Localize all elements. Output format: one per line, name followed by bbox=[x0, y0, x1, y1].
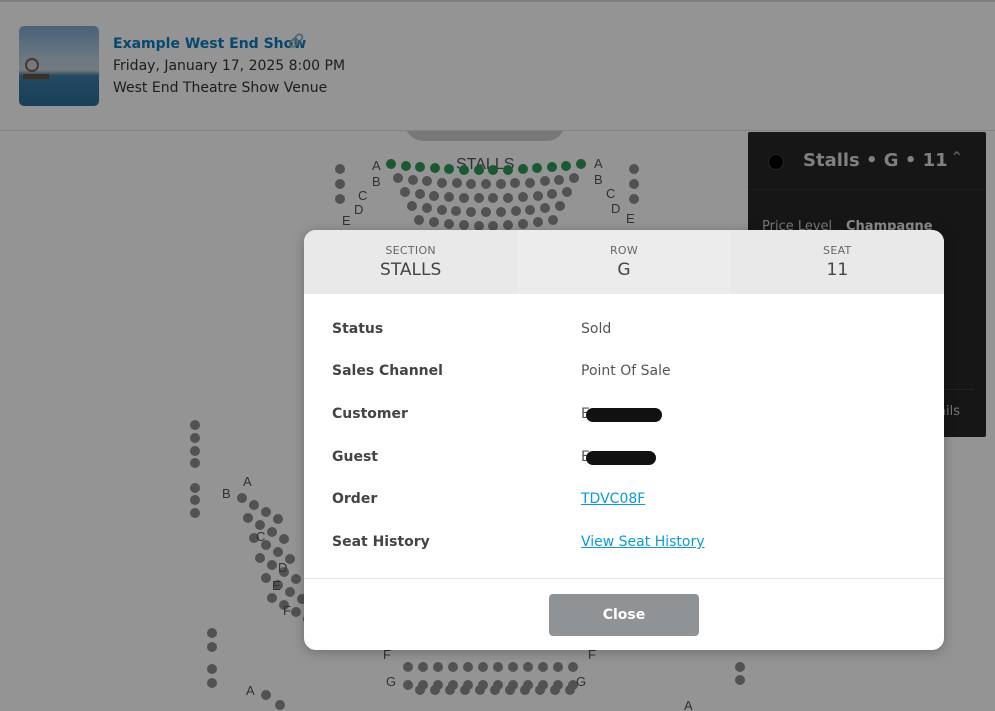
seat-history-label: Seat History bbox=[332, 534, 430, 550]
customer-label: Customer bbox=[332, 406, 408, 422]
order-row: Order TDVC08F bbox=[332, 491, 922, 513]
guest-label: Guest bbox=[332, 449, 378, 465]
sales-channel-row: Sales Channel Point Of Sale bbox=[332, 363, 922, 385]
status-value: Sold bbox=[581, 321, 612, 337]
order-link[interactable]: TDVC08F bbox=[581, 491, 645, 507]
modal-footer-divider bbox=[304, 578, 944, 579]
seat-history-row: Seat History View Seat History bbox=[332, 534, 922, 556]
sales-channel-label: Sales Channel bbox=[332, 363, 443, 379]
status-row: Status Sold bbox=[332, 321, 922, 343]
order-label: Order bbox=[332, 491, 378, 507]
view-seat-history-link[interactable]: View Seat History bbox=[581, 534, 705, 550]
seat-label: SEAT bbox=[823, 244, 852, 257]
row-label: ROW bbox=[609, 244, 639, 257]
customer-row: Customer E bbox=[332, 406, 922, 428]
seat-value: 11 bbox=[826, 260, 849, 280]
sales-channel-value: Point Of Sale bbox=[581, 363, 671, 379]
section-value: STALLS bbox=[380, 260, 442, 280]
row-cell: ROW G bbox=[517, 230, 731, 294]
status-label: Status bbox=[332, 321, 384, 337]
seat-cell: SEAT 11 bbox=[730, 230, 944, 294]
section-label: SECTION bbox=[385, 244, 436, 257]
customer-redaction bbox=[586, 408, 662, 422]
close-button[interactable]: Close bbox=[549, 594, 699, 636]
modal-header: SECTION STALLS ROW G SEAT 11 bbox=[304, 230, 944, 294]
guest-redaction bbox=[586, 451, 656, 465]
guest-row: Guest E bbox=[332, 449, 922, 471]
row-value: G bbox=[617, 260, 631, 280]
seat-info-modal: SECTION STALLS ROW G SEAT 11 Status Sold… bbox=[304, 230, 944, 650]
section-cell: SECTION STALLS bbox=[304, 230, 518, 294]
